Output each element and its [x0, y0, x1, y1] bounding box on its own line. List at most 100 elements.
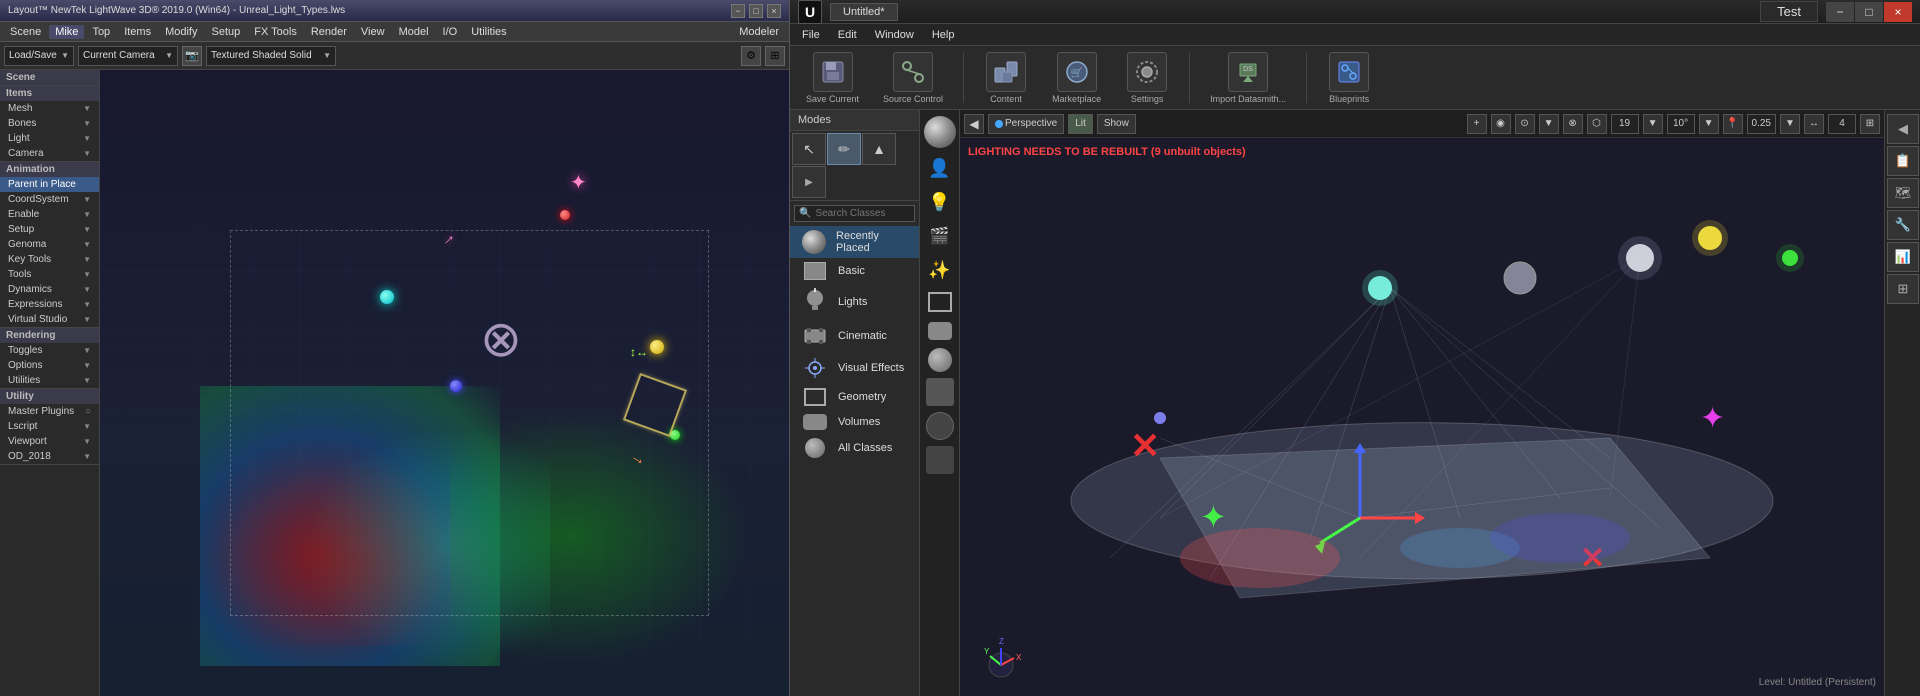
lw-sidebar-item-parent-in-place[interactable]: Parent in Place	[0, 177, 99, 192]
lw-windows-btn[interactable]: ⊞	[765, 46, 785, 66]
ue-side-tools-icon[interactable]: 🔧	[1887, 210, 1919, 240]
lw-close-btn[interactable]: ×	[767, 4, 781, 18]
lw-menu-items[interactable]: Items	[118, 25, 157, 39]
lw-menu-model[interactable]: Model	[393, 25, 435, 39]
ue-save-label: Save Current	[806, 94, 859, 104]
ue-vp-icon-6[interactable]: ⬡	[1587, 114, 1607, 134]
ue-show-btn[interactable]: Show	[1097, 114, 1136, 134]
ue-perspective-btn[interactable]: Perspective	[988, 114, 1064, 134]
ue-menu-window[interactable]: Window	[867, 28, 922, 42]
ue-class-lights[interactable]: Lights	[790, 284, 919, 320]
lw-sidebar-item-dynamics[interactable]: Dynamics▼	[0, 282, 99, 297]
ue-vp-icon-8[interactable]: ▼	[1699, 114, 1719, 134]
lw-menu-io[interactable]: I/O	[437, 25, 464, 39]
ue-toolbar-source-control-btn[interactable]: Source Control	[875, 48, 951, 108]
ue-menu-help[interactable]: Help	[924, 28, 963, 42]
lw-sidebar-item-key-tools[interactable]: Key Tools▼	[0, 252, 99, 267]
lw-sidebar-item-bones[interactable]: Bones▼	[0, 116, 99, 131]
ue-vp-num-1[interactable]: 19	[1611, 114, 1639, 134]
ue-side-stats-icon[interactable]: 📊	[1887, 242, 1919, 272]
ue-minimize-btn[interactable]: −	[1826, 2, 1854, 22]
lw-camera-dropdown[interactable]: Current Camera ▼	[78, 46, 178, 66]
ue-vp-icon-2[interactable]: ◉	[1491, 114, 1511, 134]
ue-side-map-icon[interactable]: 🗺	[1887, 178, 1919, 208]
lw-sidebar-item-virtual-studio[interactable]: Virtual Studio▼	[0, 312, 99, 327]
ue-toolbar-import-btn[interactable]: DS Import Datasmith...	[1202, 48, 1294, 108]
ue-vp-num-4[interactable]: 4	[1828, 114, 1856, 134]
lw-3d-viewport[interactable]: ✦ → ⊗ ↕↔ →	[100, 70, 789, 696]
lw-view-mode-dropdown[interactable]: Textured Shaded Solid ▼	[206, 46, 336, 66]
ue-toolbar-content-btn[interactable]: Content	[976, 48, 1036, 108]
ue-toolbar-save-btn[interactable]: Save Current	[798, 48, 867, 108]
lw-sidebar-item-expressions[interactable]: Expressions▼	[0, 297, 99, 312]
ue-vp-icon-9[interactable]: 📍	[1723, 114, 1743, 134]
ue-mode-triangle-icon[interactable]: ▲	[862, 133, 896, 165]
ue-toolbar-marketplace-btn[interactable]: 🛒 Marketplace	[1044, 48, 1109, 108]
ue-side-layers-icon[interactable]: ⊞	[1887, 274, 1919, 304]
ue-toolbar-settings-btn[interactable]: Settings	[1117, 48, 1177, 108]
ue-mode-extra-icon[interactable]: ▶	[792, 166, 826, 198]
lw-minimize-btn[interactable]: −	[731, 4, 745, 18]
ue-vp-num-2[interactable]: 10°	[1667, 114, 1695, 134]
ue-class-geometry[interactable]: Geometry	[790, 384, 919, 410]
ue-class-basic[interactable]: Basic	[790, 258, 919, 284]
ue-mode-paint-icon[interactable]: ✏	[827, 133, 861, 165]
lw-menu-utilities[interactable]: Utilities	[465, 25, 512, 39]
lw-sidebar-item-light[interactable]: Light▼	[0, 131, 99, 146]
lw-menu-fx-tools[interactable]: FX Tools	[248, 25, 303, 39]
lw-menu-top[interactable]: Top	[86, 25, 116, 39]
lw-settings-btn[interactable]: ⚙	[741, 46, 761, 66]
lw-maximize-btn[interactable]: □	[749, 4, 763, 18]
ue-class-volumes[interactable]: Volumes	[790, 410, 919, 434]
ue-vp-icon-3[interactable]: ⊙	[1515, 114, 1535, 134]
lw-menu-setup[interactable]: Setup	[206, 25, 247, 39]
ue-viewport-canvas[interactable]: LIGHTING NEEDS TO BE REBUILT (9 unbuilt …	[960, 138, 1884, 696]
ue-class-visual-effects[interactable]: Visual Effects	[790, 352, 919, 384]
lw-sidebar-item-mesh[interactable]: Mesh▼	[0, 101, 99, 116]
lw-sidebar-item-coordsystem[interactable]: CoordSystem▼	[0, 192, 99, 207]
ue-side-expand-icon[interactable]: ◀	[1887, 114, 1919, 144]
lw-load-save-dropdown[interactable]: Load/Save ▼	[4, 46, 74, 66]
lw-sidebar-item-lscript[interactable]: Lscript▼	[0, 419, 99, 434]
ue-maximize-btn[interactable]: □	[1855, 2, 1883, 22]
ue-class-recently-placed[interactable]: Recently Placed	[790, 226, 919, 258]
lw-sidebar-item-setup[interactable]: Setup▼	[0, 222, 99, 237]
lw-camera-options-btn[interactable]: 📷	[182, 46, 202, 66]
lw-sidebar-item-options[interactable]: Options▼	[0, 358, 99, 373]
lw-sidebar-item-utilities[interactable]: Utilities▼	[0, 373, 99, 388]
lw-sidebar-item-camera[interactable]: Camera▼	[0, 146, 99, 161]
lw-menu-modify[interactable]: Modify	[159, 25, 203, 39]
lw-menu-render[interactable]: Render	[305, 25, 353, 39]
ue-menu-file[interactable]: File	[794, 28, 828, 42]
lw-menu-mike[interactable]: Mike	[49, 25, 84, 39]
ue-vp-icon-12[interactable]: ⊞	[1860, 114, 1880, 134]
lw-sidebar-item-toggles[interactable]: Toggles▼	[0, 343, 99, 358]
ue-vp-num-3[interactable]: 0.25	[1747, 114, 1776, 134]
ue-close-btn[interactable]: ×	[1884, 2, 1912, 22]
ue-class-cinematic[interactable]: Cinematic	[790, 320, 919, 352]
ue-vp-icon-1[interactable]: +	[1467, 114, 1487, 134]
ue-vp-nav-toggle[interactable]: ◀	[964, 114, 984, 134]
ue-vp-icon-7[interactable]: ▼	[1643, 114, 1663, 134]
ue-toolbar-blueprints-btn[interactable]: Blueprints	[1319, 48, 1379, 108]
lw-sidebar-item-viewport[interactable]: Viewport▼	[0, 434, 99, 449]
ue-tab-untitled[interactable]: Untitled*	[830, 3, 898, 21]
lw-sidebar-item-od2018[interactable]: OD_2018▼	[0, 449, 99, 464]
lw-sidebar-item-genoma[interactable]: Genoma▼	[0, 237, 99, 252]
ue-vp-icon-11[interactable]: ↔	[1804, 114, 1824, 134]
ue-side-details-icon[interactable]: 📋	[1887, 146, 1919, 176]
ue-vp-icon-5[interactable]: ⊗	[1563, 114, 1583, 134]
ue-mode-select-icon[interactable]: ↖	[792, 133, 826, 165]
ue-vp-icon-4[interactable]: ▼	[1539, 114, 1559, 134]
lw-sidebar-item-master-plugins[interactable]: Master Plugins○	[0, 404, 99, 419]
ue-menu-edit[interactable]: Edit	[830, 28, 865, 42]
lw-menu-modeler[interactable]: Modeler	[733, 25, 785, 39]
ue-class-search: 🔍	[794, 205, 915, 222]
lw-sidebar-item-tools[interactable]: Tools▼	[0, 267, 99, 282]
lw-menu-view[interactable]: View	[355, 25, 391, 39]
ue-class-all-classes[interactable]: All Classes	[790, 434, 919, 462]
ue-lit-btn[interactable]: Lit	[1068, 114, 1093, 134]
lw-sidebar-item-enable[interactable]: Enable▼	[0, 207, 99, 222]
ue-vp-icon-10[interactable]: ▼	[1780, 114, 1800, 134]
lw-menu-scene[interactable]: Scene	[4, 25, 47, 39]
